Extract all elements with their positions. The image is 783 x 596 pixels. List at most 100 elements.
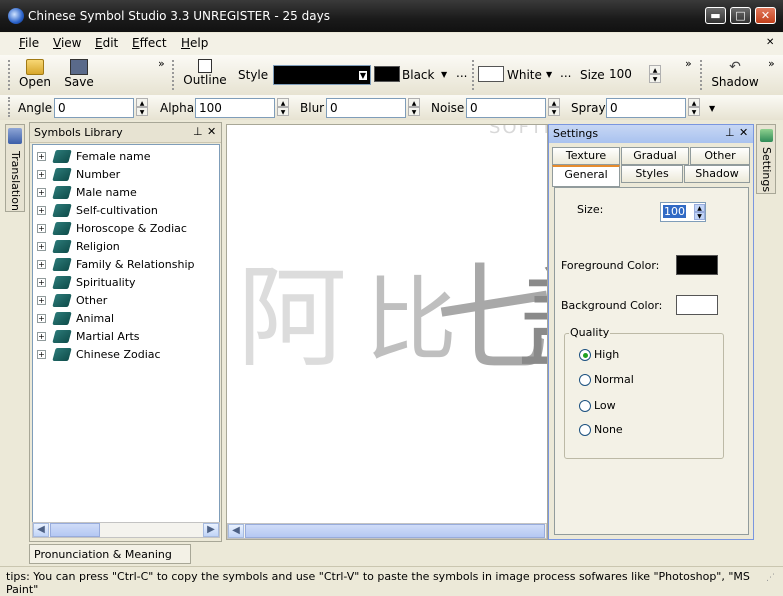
tab-other[interactable]: Other (690, 147, 750, 165)
noise-input[interactable]: 0 (466, 98, 546, 118)
spray-input[interactable]: 0 (606, 98, 686, 118)
app-icon[interactable] (8, 8, 24, 24)
menu-help[interactable]: Help (181, 36, 208, 50)
color2-select[interactable]: White (507, 68, 542, 82)
angle-input[interactable]: 0 (54, 98, 134, 118)
quality-none-radio[interactable]: None (579, 423, 623, 436)
color1-select[interactable]: Black (402, 68, 434, 82)
chevron-down-icon[interactable]: ▼ (441, 70, 447, 79)
alpha-input[interactable]: 100 (195, 98, 275, 118)
toolbar-grip[interactable] (700, 60, 703, 90)
menu-effect[interactable]: Effect (132, 36, 167, 50)
outline-button[interactable]: Outline (182, 59, 228, 87)
maximize-button[interactable]: □ (730, 7, 751, 24)
scroll-thumb[interactable] (245, 524, 545, 538)
tree-item[interactable]: + Religion (37, 237, 120, 255)
blur-input[interactable]: 0 (326, 98, 406, 118)
noise-stepper[interactable]: ▲ ▼ (548, 98, 560, 116)
tree-item[interactable]: + Other (37, 291, 107, 309)
quality-low-radio[interactable]: Low (579, 399, 616, 412)
book-icon (52, 203, 72, 217)
scroll-left-arrow[interactable]: ◀ (228, 524, 244, 538)
spray-stepper[interactable]: ▲ ▼ (688, 98, 700, 116)
tree-item[interactable]: + Horoscope & Zodiac (37, 219, 187, 237)
title-bar[interactable]: Chinese Symbol Studio 3.3 UNREGISTER - 2… (0, 0, 783, 32)
tree-item[interactable]: + Female name (37, 147, 150, 165)
minimize-button[interactable]: ▬ (705, 7, 726, 24)
tree-item[interactable]: + Male name (37, 183, 137, 201)
tab-shadow[interactable]: Shadow (684, 165, 750, 183)
expand-icon[interactable]: + (37, 187, 46, 197)
color1-more-button[interactable]: ... (456, 66, 467, 80)
close-button[interactable]: ✕ (755, 7, 776, 24)
save-button[interactable]: Save (62, 59, 96, 89)
expand-icon[interactable]: + (37, 295, 46, 305)
expand-icon[interactable]: + (37, 259, 46, 269)
toolbar-grip[interactable] (8, 97, 11, 117)
tab-gradual[interactable]: Gradual (621, 147, 689, 165)
open-button[interactable]: Open (18, 59, 52, 89)
alpha-stepper[interactable]: ▲ ▼ (277, 98, 289, 116)
quality-high-radio[interactable]: High (579, 348, 619, 361)
angle-stepper[interactable]: ▲ ▼ (136, 98, 148, 116)
background-color-swatch[interactable] (676, 295, 718, 315)
close-icon[interactable]: ✕ (207, 125, 216, 138)
expand-icon[interactable]: + (37, 277, 46, 287)
tab-pronunciation-meaning[interactable]: Pronunciation & Meaning (29, 544, 191, 564)
close-icon[interactable]: ✕ (739, 126, 748, 139)
symbol-canvas[interactable]: SOFTPEDIA 阿 比 七 盖 ◀ (226, 124, 548, 540)
size-stepper[interactable]: ▲ ▼ (649, 65, 661, 83)
expand-icon[interactable]: + (37, 223, 46, 233)
size-input[interactable]: 100 (606, 65, 650, 85)
expand-icon[interactable]: + (37, 241, 46, 251)
expand-icon[interactable]: + (37, 313, 46, 323)
tree-item[interactable]: + Martial Arts (37, 327, 140, 345)
color2-more-button[interactable]: ... (560, 66, 571, 80)
toolbar-overflow-chevron[interactable]: » (685, 57, 692, 70)
size-field[interactable]: 100 ▲ ▼ (660, 202, 706, 222)
size-stepper[interactable]: ▲ ▼ (694, 204, 705, 220)
translation-dock-tab[interactable]: Translation (5, 124, 25, 212)
foreground-color-swatch[interactable] (676, 255, 718, 275)
tree-item[interactable]: + Family & Relationship (37, 255, 195, 273)
toolbar-grip[interactable] (172, 60, 175, 90)
tree-item[interactable]: + Number (37, 165, 120, 183)
settings-dock-tab[interactable]: Settings (756, 124, 776, 194)
expand-icon[interactable]: + (37, 205, 46, 215)
pin-icon[interactable]: ⊥ (725, 126, 735, 139)
expand-icon[interactable]: + (37, 169, 46, 179)
toolbar-grip[interactable] (472, 60, 475, 90)
tree-item[interactable]: + Self-cultivation (37, 201, 158, 219)
scroll-left-arrow[interactable]: ◀ (33, 523, 49, 537)
toolbar-overflow-chevron[interactable]: » (158, 57, 165, 70)
shadow-button[interactable]: ↶ Shadow (710, 59, 760, 89)
expand-icon[interactable]: + (37, 151, 46, 161)
chevron-down-icon[interactable]: ▼ (546, 70, 552, 79)
toolbar-overflow-chevron[interactable]: » (768, 57, 775, 70)
expand-icon[interactable]: + (37, 331, 46, 341)
menu-edit[interactable]: Edit (95, 36, 118, 50)
quality-normal-radio[interactable]: Normal (579, 373, 634, 386)
style-select[interactable]: ▼ (273, 65, 371, 85)
tab-styles[interactable]: Styles (621, 165, 683, 183)
resize-grip-icon[interactable]: ⋰ (766, 573, 775, 583)
blur-stepper[interactable]: ▲ ▼ (408, 98, 420, 116)
tree-item[interactable]: + Animal (37, 309, 114, 327)
tab-general[interactable]: General (552, 165, 620, 187)
chevron-down-icon[interactable]: ▼ (709, 104, 715, 113)
tree-item[interactable]: + Chinese Zodiac (37, 345, 161, 363)
color2-swatch[interactable] (478, 66, 504, 82)
toolbar-grip[interactable] (8, 60, 11, 90)
color1-swatch[interactable] (374, 66, 400, 82)
canvas-hscrollbar[interactable]: ◀ (227, 523, 547, 539)
library-hscrollbar[interactable]: ◀ ▶ (32, 522, 220, 538)
scroll-right-arrow[interactable]: ▶ (203, 523, 219, 537)
tree-item[interactable]: + Spirituality (37, 273, 136, 291)
menubar-close-icon[interactable]: ✕ (766, 37, 774, 48)
expand-icon[interactable]: + (37, 349, 46, 359)
scroll-thumb[interactable] (50, 523, 100, 537)
pin-icon[interactable]: ⊥ (193, 125, 203, 138)
tab-texture[interactable]: Texture (552, 147, 620, 165)
menu-view[interactable]: View (53, 36, 81, 50)
menu-file[interactable]: File (19, 36, 39, 50)
